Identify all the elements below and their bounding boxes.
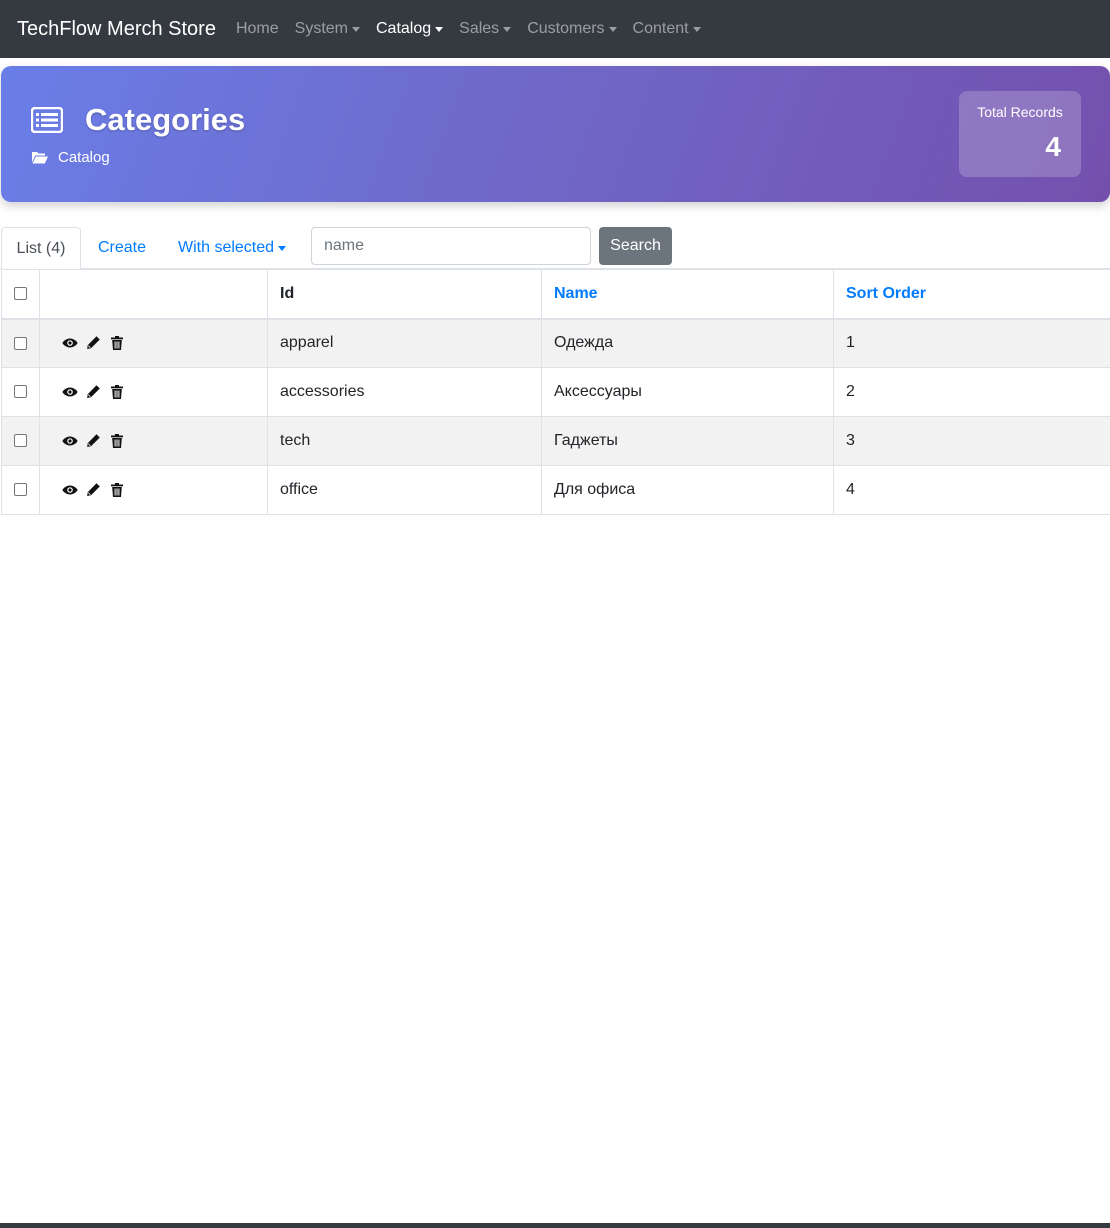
cell-name: Аксессуары	[541, 367, 834, 417]
cell-id: accessories	[267, 367, 542, 417]
eye-icon[interactable]	[62, 482, 78, 498]
row-select-cell	[1, 318, 40, 368]
table-row: office Для офиса 4	[1, 465, 1110, 515]
trash-icon[interactable]	[109, 335, 125, 351]
breadcrumb-catalog[interactable]: Catalog	[58, 149, 110, 166]
column-header-name[interactable]: Name	[541, 269, 834, 320]
nav-content-label: Content	[632, 20, 689, 37]
total-records-value: 4	[1045, 131, 1061, 162]
cell-sort-order: 1	[833, 318, 1110, 368]
row-actions	[39, 367, 268, 417]
eye-icon[interactable]	[62, 335, 78, 351]
cell-id: apparel	[267, 318, 542, 368]
total-records-card: Total Records 4	[959, 91, 1081, 177]
page-header: Categories Catalog Total Records 4	[1, 66, 1110, 202]
nav-sales[interactable]: Sales	[451, 20, 519, 38]
nav-system-label: System	[294, 20, 348, 37]
row-actions	[39, 465, 268, 515]
nav-home-label: Home	[235, 20, 279, 37]
column-header-sort-order[interactable]: Sort Order	[833, 269, 1110, 320]
nav-home[interactable]: Home	[228, 20, 287, 38]
pencil-icon[interactable]	[85, 482, 101, 498]
caret-down-icon	[352, 26, 360, 32]
list-alt-icon	[31, 107, 63, 133]
cell-name: Одежда	[541, 318, 834, 368]
folder-open-icon	[32, 152, 48, 164]
top-navbar: TechFlow Merch Store Home System Catalog…	[0, 0, 1110, 58]
cell-name: Для офиса	[541, 465, 834, 515]
select-all-cell	[1, 269, 40, 320]
tab-list[interactable]: List (4)	[1, 227, 81, 270]
with-selected-label: With selected	[178, 239, 275, 256]
caret-down-icon	[435, 26, 444, 32]
eye-icon[interactable]	[62, 384, 78, 400]
cell-id: office	[267, 465, 542, 515]
select-all-checkbox[interactable]	[14, 287, 27, 301]
row-checkbox[interactable]	[14, 483, 27, 497]
pencil-icon[interactable]	[85, 433, 101, 449]
nav-system[interactable]: System	[287, 20, 368, 38]
list-toolbar: List (4) Create With selected Search	[0, 226, 1110, 270]
nav-sales-label: Sales	[459, 20, 500, 37]
nav-content[interactable]: Content	[625, 20, 709, 38]
caret-down-icon	[278, 245, 287, 251]
nav-catalog[interactable]: Catalog	[368, 20, 451, 38]
bottom-edge-bar	[0, 1223, 1110, 1228]
table-row: accessories Аксессуары 2	[1, 367, 1110, 417]
trash-icon[interactable]	[109, 433, 125, 449]
brand-link[interactable]: TechFlow Merch Store	[17, 18, 216, 41]
cell-sort-order: 4	[833, 465, 1110, 515]
caret-down-icon	[692, 26, 701, 32]
table-row: apparel Одежда 1	[1, 318, 1110, 368]
cell-sort-order: 3	[833, 416, 1110, 466]
nav-customers-label: Customers	[527, 20, 605, 37]
categories-table: Id Name Sort Order apparel Одежда 1 acce…	[1, 269, 1110, 515]
search-input[interactable]	[311, 227, 591, 265]
nav-customers[interactable]: Customers	[519, 20, 624, 38]
breadcrumb: Catalog	[32, 149, 110, 166]
page-title: Categories	[85, 102, 246, 137]
total-records-label: Total Records	[977, 104, 1063, 120]
cell-sort-order: 2	[833, 367, 1110, 417]
trash-icon[interactable]	[109, 482, 125, 498]
title-row: Categories	[31, 102, 245, 138]
cell-id: tech	[267, 416, 542, 466]
row-select-cell	[1, 465, 40, 515]
caret-down-icon	[503, 26, 512, 32]
column-header-id: Id	[267, 269, 542, 320]
row-actions	[39, 416, 268, 466]
search-button[interactable]: Search	[599, 227, 672, 265]
trash-icon[interactable]	[109, 384, 125, 400]
table-header-row: Id Name Sort Order	[1, 269, 1110, 320]
row-actions	[39, 318, 268, 368]
actions-header	[39, 269, 268, 320]
pencil-icon[interactable]	[85, 384, 101, 400]
row-select-cell	[1, 367, 40, 417]
table-row: tech Гаджеты 3	[1, 416, 1110, 466]
caret-down-icon	[608, 26, 617, 32]
tab-create[interactable]: Create	[98, 227, 146, 269]
eye-icon[interactable]	[62, 433, 78, 449]
cell-name: Гаджеты	[541, 416, 834, 466]
row-select-cell	[1, 416, 40, 466]
row-checkbox[interactable]	[14, 336, 27, 350]
row-checkbox[interactable]	[14, 385, 27, 399]
pencil-icon[interactable]	[85, 335, 101, 351]
with-selected-dropdown[interactable]: With selected	[178, 227, 287, 269]
nav-catalog-label: Catalog	[376, 20, 432, 37]
row-checkbox[interactable]	[14, 434, 27, 448]
